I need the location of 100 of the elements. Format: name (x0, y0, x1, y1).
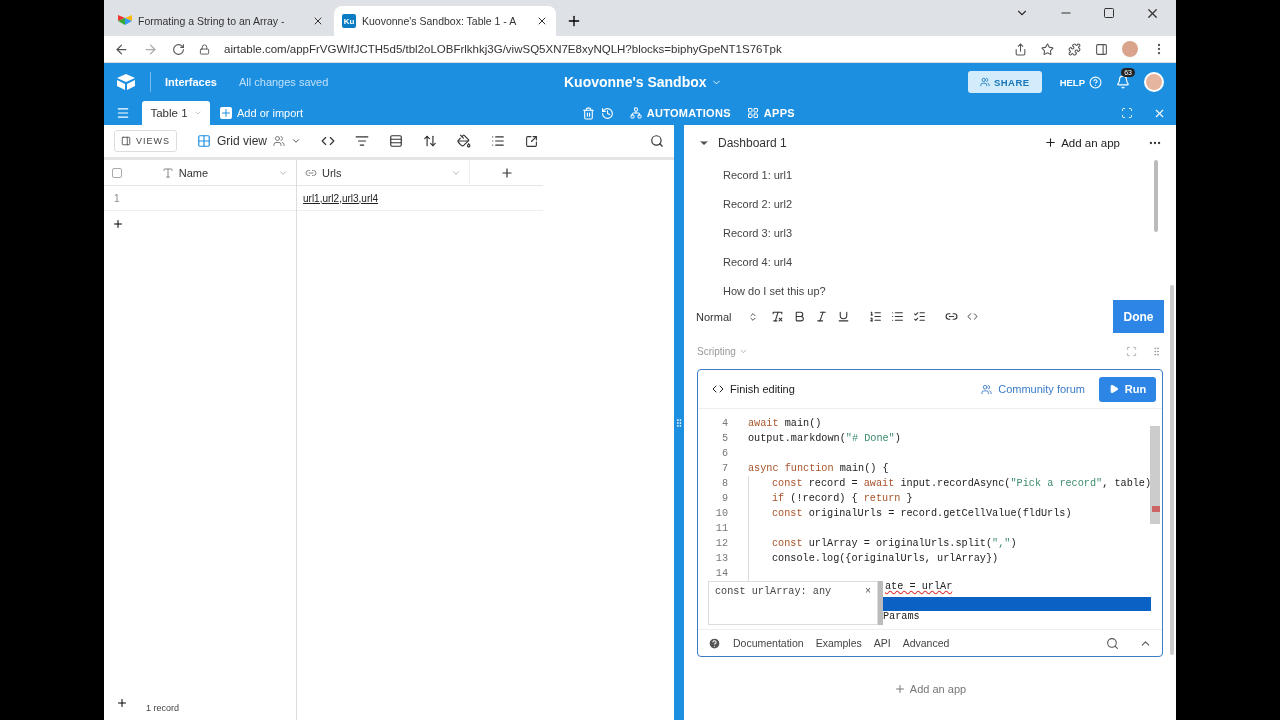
back-icon[interactable] (114, 41, 129, 57)
add-field-icon[interactable] (499, 166, 514, 180)
select-all-checkbox[interactable] (112, 168, 122, 178)
link-cell[interactable]: url1,url2,url3,url4 (297, 192, 379, 204)
group-icon[interactable] (389, 134, 404, 148)
bold-icon[interactable] (793, 310, 806, 323)
code-line: async function main() { (748, 463, 889, 474)
help-icon[interactable] (708, 636, 721, 650)
reload-icon[interactable] (172, 42, 185, 56)
footer-link[interactable]: Advanced (902, 637, 950, 649)
footer-link[interactable]: API (873, 637, 891, 649)
add-row-icon[interactable] (112, 217, 124, 230)
people-icon (979, 77, 990, 87)
code-icon (712, 383, 724, 395)
updown-icon (748, 311, 758, 322)
table-tab[interactable]: Table 1 (142, 101, 210, 125)
trash-icon[interactable] (581, 106, 595, 120)
logo-icon[interactable] (116, 73, 136, 91)
notifications-icon[interactable] (1116, 75, 1130, 89)
footer-link[interactable]: Documentation (733, 637, 804, 649)
text-style-select[interactable]: Normal (696, 310, 758, 323)
share-button[interactable]: SHARE (967, 71, 1042, 93)
line-number: 8 (720, 478, 728, 489)
footer-link[interactable]: Examples (815, 637, 862, 649)
error-marker (1152, 506, 1160, 512)
plus-icon (893, 682, 906, 695)
link-icon[interactable] (945, 310, 958, 323)
line-number: 4 (720, 418, 728, 429)
fullscreen-icon[interactable] (1121, 107, 1133, 119)
add-app-button[interactable]: Add an app (887, 681, 973, 696)
code-line: output.markdown("# Done") (748, 433, 901, 444)
code-icon[interactable] (321, 134, 336, 148)
share-icon[interactable] (1014, 42, 1027, 56)
code-line: const record = await input.recordAsync("Pick a record", table) (772, 478, 1152, 489)
clear-format-icon[interactable] (771, 310, 784, 323)
close-button[interactable]: × (864, 586, 871, 620)
text-line: Record 4: url4 (723, 255, 794, 270)
run-button[interactable]: Run (1099, 376, 1156, 402)
scrollbar[interactable] (1170, 285, 1174, 655)
new-tab-icon[interactable] (566, 13, 582, 29)
caret-icon (451, 168, 461, 178)
resize-handle-icon[interactable] (674, 417, 684, 428)
row-height-icon[interactable] (491, 134, 506, 148)
search-icon[interactable] (1106, 636, 1119, 650)
italic-icon[interactable] (815, 310, 828, 323)
sidebar-icon (121, 136, 131, 146)
view-switcher[interactable]: Grid view (197, 134, 302, 148)
done-button[interactable]: Done (1113, 300, 1164, 333)
line-number: 5 (720, 433, 728, 444)
browser-tab[interactable]: Ku Kuovonne's Sandbox: Table 1 - A (334, 6, 556, 36)
underline-icon[interactable] (837, 310, 850, 323)
side-panel-icon[interactable] (1095, 42, 1108, 56)
history-icon[interactable] (600, 106, 614, 120)
help-icon (1089, 75, 1102, 89)
search-icon[interactable] (650, 134, 664, 148)
star-icon[interactable] (1041, 42, 1054, 56)
filter-icon[interactable] (355, 134, 370, 148)
scrollbar[interactable] (1154, 160, 1158, 232)
people-icon (273, 135, 286, 147)
sort-icon[interactable] (423, 134, 438, 148)
save-status: All changes saved (239, 76, 329, 88)
code-line: if (!record) { return } (772, 493, 913, 504)
people-icon (981, 383, 993, 395)
numbered-list-icon[interactable] (869, 310, 882, 323)
close-icon[interactable] (312, 15, 324, 27)
column-header[interactable]: Name (153, 160, 296, 186)
line-number: 9 (720, 493, 728, 504)
caret-icon (193, 109, 202, 117)
line-number: 13 (714, 553, 728, 564)
site-icon: Ku (342, 14, 356, 28)
community-forum-link[interactable]: Community forum (981, 383, 1085, 395)
share-view-icon[interactable] (525, 134, 539, 148)
record-count: 1 record (146, 703, 180, 713)
checklist-icon[interactable] (913, 310, 926, 323)
maximize-icon[interactable] (1103, 7, 1115, 19)
column-header[interactable]: Urls (297, 160, 470, 186)
text-line: Record 3: url3 (723, 226, 794, 241)
scrollbar[interactable] (1150, 426, 1160, 524)
finish-editing-button[interactable]: Finish editing (712, 383, 976, 395)
user-avatar[interactable] (1144, 72, 1164, 92)
line-number: 12 (714, 538, 728, 549)
dashboard-title[interactable]: Dashboard 1 (718, 135, 1031, 150)
url-field[interactable]: airtable.com/appFrVGWIfJCTH5d5/tbl2oLOBFrlkhkj3G/viwSQ5XN7E8xyNQLH?blocks=biphyGpeNT1S76Tpk (224, 43, 1000, 55)
line-number: 11 (714, 523, 728, 534)
paint-bucket-icon[interactable] (457, 134, 472, 148)
line-number: 14 (714, 568, 728, 579)
code-line: console.log({originalUrls, urlArray}) (772, 553, 999, 564)
drag-handle-icon[interactable] (1151, 345, 1162, 357)
views-button[interactable]: VIEWS (114, 130, 177, 152)
add-record-icon[interactable] (116, 697, 128, 709)
close-icon[interactable] (536, 15, 548, 27)
text-line: Record 1: url1 (723, 168, 794, 183)
extensions-icon[interactable] (1068, 42, 1081, 56)
code-line: ate = urlAr (884, 581, 954, 594)
bullet-list-icon[interactable] (891, 310, 904, 323)
browser-tab[interactable]: Formating a String to an Array - (110, 6, 332, 36)
add-app-button[interactable]: Add an app (1038, 135, 1126, 150)
link-icon (305, 167, 317, 179)
line-number: 10 (714, 508, 728, 519)
grid-icon (197, 134, 211, 148)
